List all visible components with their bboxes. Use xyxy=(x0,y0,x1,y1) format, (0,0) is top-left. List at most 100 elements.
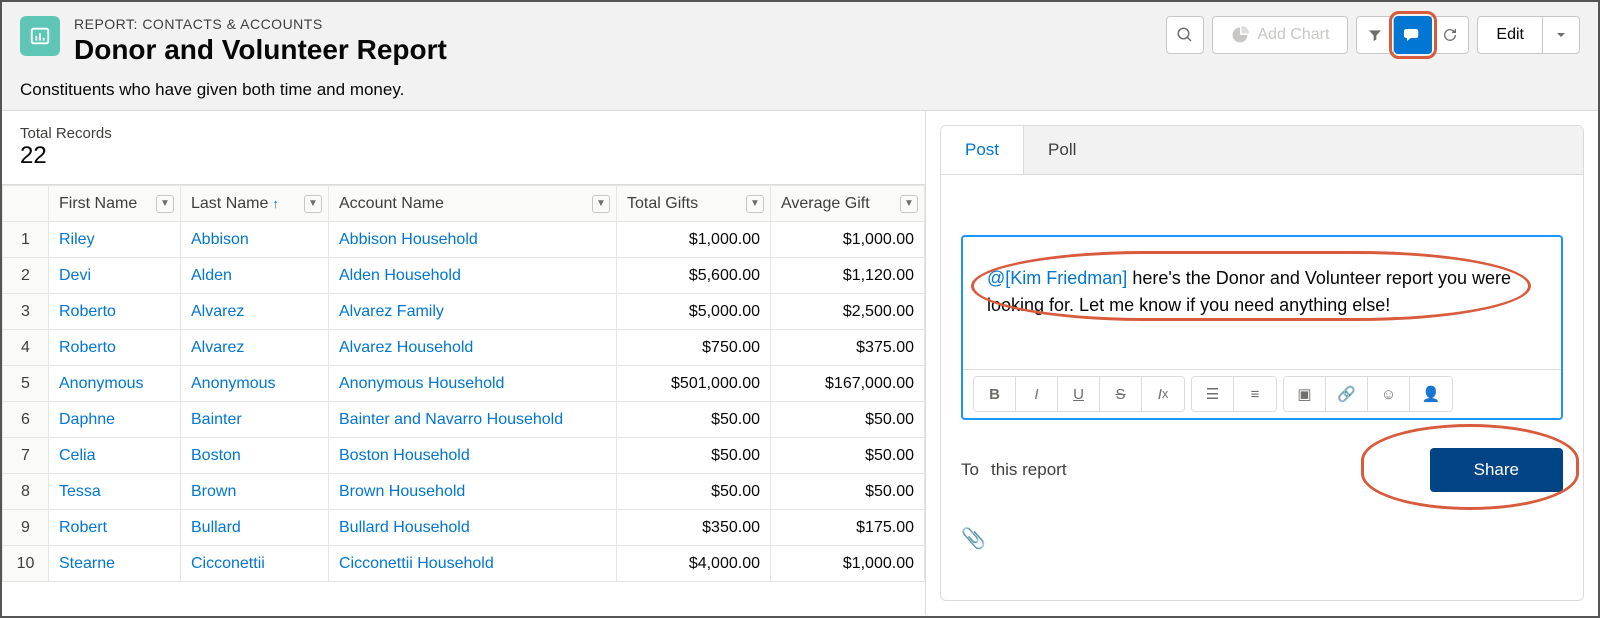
share-button[interactable]: Share xyxy=(1430,448,1563,492)
cell-first-name: Roberto xyxy=(49,294,181,330)
account-link[interactable]: Alden Household xyxy=(339,267,461,284)
cell-account: Abbison Household xyxy=(329,222,617,258)
chevron-down-icon[interactable]: ▼ xyxy=(304,195,322,213)
col-account-name[interactable]: Account Name▼ xyxy=(329,186,617,222)
table-row: 4RobertoAlvarezAlvarez Household$750.00$… xyxy=(3,330,925,366)
refresh-button[interactable] xyxy=(1431,16,1469,54)
filter-button[interactable] xyxy=(1356,16,1394,54)
post-textarea[interactable]: @[Kim Friedman] here's the Donor and Vol… xyxy=(963,237,1561,369)
cell-first-name: Tessa xyxy=(49,474,181,510)
cell-last-name: Cicconettii xyxy=(181,546,329,582)
last-name-link[interactable]: Boston xyxy=(191,447,241,464)
cell-avg: $375.00 xyxy=(771,330,925,366)
table-row: 2DeviAldenAlden Household$5,600.00$1,120… xyxy=(3,258,925,294)
cell-total: $5,000.00 xyxy=(617,294,771,330)
edit-button[interactable]: Edit xyxy=(1477,16,1543,54)
last-name-link[interactable]: Brown xyxy=(191,483,236,500)
first-name-link[interactable]: Daphne xyxy=(59,411,115,428)
last-name-link[interactable]: Alvarez xyxy=(191,339,244,356)
cell-last-name: Alvarez xyxy=(181,294,329,330)
cell-account: Brown Household xyxy=(329,474,617,510)
last-name-link[interactable]: Abbison xyxy=(191,231,249,248)
emoji-button[interactable]: ☺ xyxy=(1368,377,1410,411)
report-table: First Name▼ Last Name↑▼ Account Name▼ To… xyxy=(2,185,925,582)
cell-avg: $1,000.00 xyxy=(771,546,925,582)
account-link[interactable]: Boston Household xyxy=(339,447,470,464)
cell-avg: $50.00 xyxy=(771,438,925,474)
cell-total: $4,000.00 xyxy=(617,546,771,582)
col-first-name[interactable]: First Name▼ xyxy=(49,186,181,222)
last-name-link[interactable]: Alvarez xyxy=(191,303,244,320)
edit-menu-button[interactable] xyxy=(1542,16,1580,54)
image-button[interactable]: ▣ xyxy=(1284,377,1326,411)
account-link[interactable]: Brown Household xyxy=(339,483,465,500)
cell-first-name: Robert xyxy=(49,510,181,546)
cell-first-name: Anonymous xyxy=(49,366,181,402)
first-name-link[interactable]: Devi xyxy=(59,267,91,284)
chevron-down-icon[interactable]: ▼ xyxy=(900,195,918,213)
header-actions: Add Chart Edit xyxy=(1166,16,1580,54)
cell-total: $750.00 xyxy=(617,330,771,366)
table-row: 9RobertBullardBullard Household$350.00$1… xyxy=(3,510,925,546)
cell-first-name: Daphne xyxy=(49,402,181,438)
first-name-link[interactable]: Celia xyxy=(59,447,95,464)
first-name-link[interactable]: Stearne xyxy=(59,555,115,572)
cell-total: $50.00 xyxy=(617,438,771,474)
first-name-link[interactable]: Tessa xyxy=(59,483,101,500)
underline-button[interactable]: U xyxy=(1058,377,1100,411)
account-link[interactable]: Bainter and Navarro Household xyxy=(339,411,563,428)
italic-button[interactable]: I xyxy=(1016,377,1058,411)
mention[interactable]: @[Kim Friedman] xyxy=(987,268,1127,288)
to-value: this report xyxy=(991,460,1067,480)
first-name-link[interactable]: Riley xyxy=(59,231,95,248)
search-button[interactable] xyxy=(1166,16,1204,54)
account-link[interactable]: Alvarez Household xyxy=(339,339,473,356)
account-link[interactable]: Anonymous Household xyxy=(339,375,504,392)
tab-poll[interactable]: Poll xyxy=(1024,126,1100,174)
chevron-down-icon[interactable]: ▼ xyxy=(156,195,174,213)
add-chart-button[interactable]: Add Chart xyxy=(1212,16,1348,54)
first-name-link[interactable]: Robert xyxy=(59,519,107,536)
collaborate-button[interactable] xyxy=(1394,16,1432,54)
mention-button[interactable]: 👤 xyxy=(1410,377,1452,411)
link-button[interactable]: 🔗 xyxy=(1326,377,1368,411)
cell-first-name: Riley xyxy=(49,222,181,258)
col-last-name[interactable]: Last Name↑▼ xyxy=(181,186,329,222)
row-number: 10 xyxy=(3,546,49,582)
last-name-link[interactable]: Alden xyxy=(191,267,232,284)
cell-account: Alden Household xyxy=(329,258,617,294)
cell-account: Boston Household xyxy=(329,438,617,474)
cell-account: Bullard Household xyxy=(329,510,617,546)
first-name-link[interactable]: Anonymous xyxy=(59,375,144,392)
chevron-down-icon[interactable]: ▼ xyxy=(746,195,764,213)
account-link[interactable]: Bullard Household xyxy=(339,519,470,536)
sort-asc-icon: ↑ xyxy=(272,196,279,211)
report-title: Donor and Volunteer Report xyxy=(74,34,447,66)
cell-avg: $50.00 xyxy=(771,402,925,438)
first-name-link[interactable]: Roberto xyxy=(59,339,116,356)
col-average-gift[interactable]: Average Gift▼ xyxy=(771,186,925,222)
last-name-link[interactable]: Bullard xyxy=(191,519,241,536)
account-link[interactable]: Abbison Household xyxy=(339,231,478,248)
to-label: To xyxy=(961,460,979,480)
cell-total: $1,000.00 xyxy=(617,222,771,258)
chevron-down-icon[interactable]: ▼ xyxy=(592,195,610,213)
clear-format-button[interactable]: Ix xyxy=(1142,377,1184,411)
last-name-link[interactable]: Cicconettii xyxy=(191,555,265,572)
tab-post[interactable]: Post xyxy=(941,126,1024,174)
row-number: 5 xyxy=(3,366,49,402)
row-number: 8 xyxy=(3,474,49,510)
bold-button[interactable]: B xyxy=(974,377,1016,411)
account-link[interactable]: Cicconettii Household xyxy=(339,555,494,572)
number-list-button[interactable]: ≡ xyxy=(1234,377,1276,411)
row-number: 3 xyxy=(3,294,49,330)
last-name-link[interactable]: Bainter xyxy=(191,411,242,428)
bullet-list-button[interactable]: ☰ xyxy=(1192,377,1234,411)
account-link[interactable]: Alvarez Family xyxy=(339,303,444,320)
attach-icon[interactable]: 📎 xyxy=(961,526,986,551)
strike-button[interactable]: S xyxy=(1100,377,1142,411)
col-total-gifts[interactable]: Total Gifts▼ xyxy=(617,186,771,222)
table-row: 1RileyAbbisonAbbison Household$1,000.00$… xyxy=(3,222,925,258)
last-name-link[interactable]: Anonymous xyxy=(191,375,276,392)
first-name-link[interactable]: Roberto xyxy=(59,303,116,320)
